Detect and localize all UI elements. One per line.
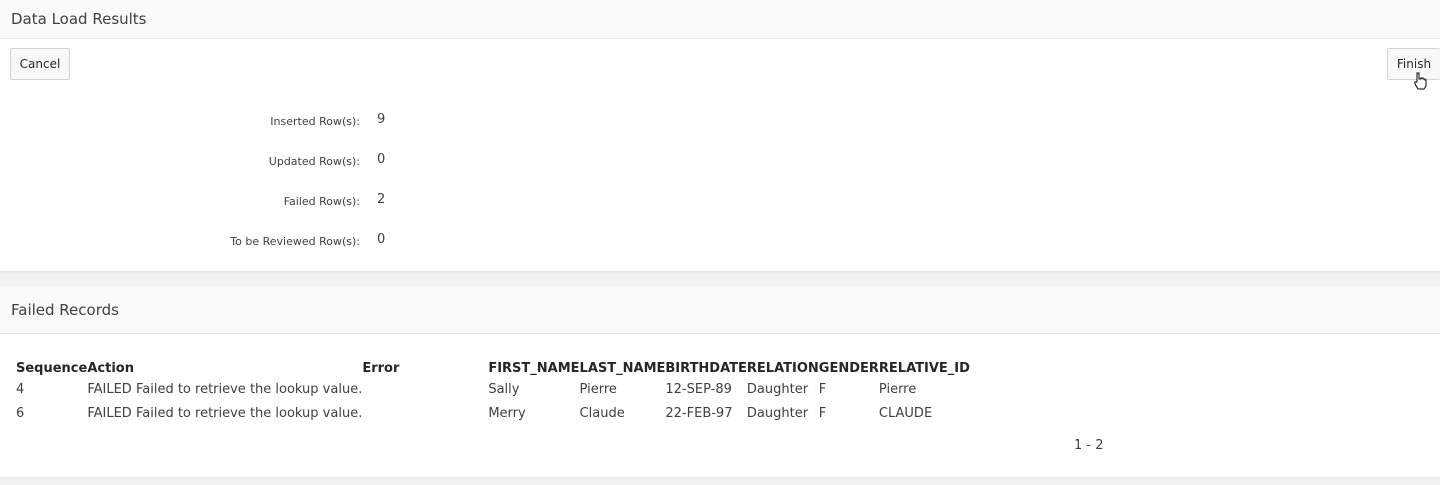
stat-value: 0	[377, 232, 386, 247]
failed-records-region: Failed Records Sequence Action Error FIR…	[0, 286, 1440, 477]
table-header-row: Sequence Action Error FIRST_NAME LAST_NA…	[16, 359, 970, 377]
column-header-relation[interactable]: RELATION	[747, 359, 819, 377]
stat-label: Failed Row(s):	[283, 195, 360, 208]
stat-label: Inserted Row(s):	[270, 115, 360, 128]
cell-action: FAILED Failed to retrieve the lookup val…	[87, 405, 363, 421]
column-header-last-name[interactable]: LAST_NAME	[580, 359, 666, 377]
cell-last-name: Pierre	[579, 381, 617, 397]
column-header-first-name[interactable]: FIRST_NAME	[488, 359, 579, 377]
cell-birthdate: 22-FEB-97	[665, 405, 733, 421]
cell-gender: F	[818, 381, 827, 397]
table-row: 4 FAILED Failed to retrieve the lookup v…	[16, 377, 970, 401]
cell-first-name: Sally	[488, 381, 520, 397]
stat-value: 9	[377, 112, 386, 127]
data-load-results-region: Data Load Results Cancel Finish Inserted…	[0, 0, 1440, 271]
cell-error: Failed to retrieve the lookup value.	[135, 381, 363, 397]
cell-error: Failed to retrieve the lookup value.	[135, 405, 363, 421]
cell-first-name: Merry	[488, 405, 526, 421]
column-header-sequence[interactable]: Sequence	[16, 359, 87, 377]
region-title: Failed Records	[0, 286, 1440, 334]
cell-birthdate: 12-SEP-89	[665, 381, 732, 397]
cell-gender: F	[818, 405, 827, 421]
stat-updated-rows: Updated Row(s): 0	[0, 152, 600, 172]
cell-relation: Daughter	[746, 405, 809, 421]
cell-relative-id: CLAUDE	[878, 405, 933, 421]
column-header-birthdate[interactable]: BIRTHDATE	[665, 359, 747, 377]
failed-records-table: Sequence Action Error FIRST_NAME LAST_NA…	[16, 359, 970, 425]
cell-relative-id: Pierre	[878, 381, 917, 397]
pagination-range: 1 - 2	[1074, 438, 1104, 453]
stat-value: 2	[377, 192, 386, 207]
stat-value: 0	[377, 152, 386, 167]
hand-cursor-icon	[1414, 72, 1427, 90]
column-header-relative-id[interactable]: RELATIVE_ID	[879, 359, 970, 377]
cell-relation: Daughter	[746, 381, 809, 397]
stat-failed-rows: Failed Row(s): 2	[0, 192, 600, 212]
cell-sequence: 4	[16, 381, 25, 397]
column-header-gender[interactable]: GENDER	[819, 359, 879, 377]
cell-action: FAILED Failed to retrieve the lookup val…	[87, 381, 363, 397]
cell-sequence: 6	[16, 405, 25, 421]
stat-label: To be Reviewed Row(s):	[230, 235, 360, 248]
stat-inserted-rows: Inserted Row(s): 9	[0, 112, 600, 132]
cell-last-name: Claude	[579, 405, 625, 421]
column-header-error[interactable]: Error	[362, 359, 488, 377]
table-row: 6 FAILED Failed to retrieve the lookup v…	[16, 401, 970, 425]
stat-to-be-reviewed-rows: To be Reviewed Row(s): 0	[0, 232, 600, 252]
stat-label: Updated Row(s):	[268, 155, 360, 168]
column-header-action[interactable]: Action	[87, 359, 362, 377]
region-title: Data Load Results	[0, 0, 1440, 39]
cancel-button[interactable]: Cancel	[10, 48, 70, 80]
